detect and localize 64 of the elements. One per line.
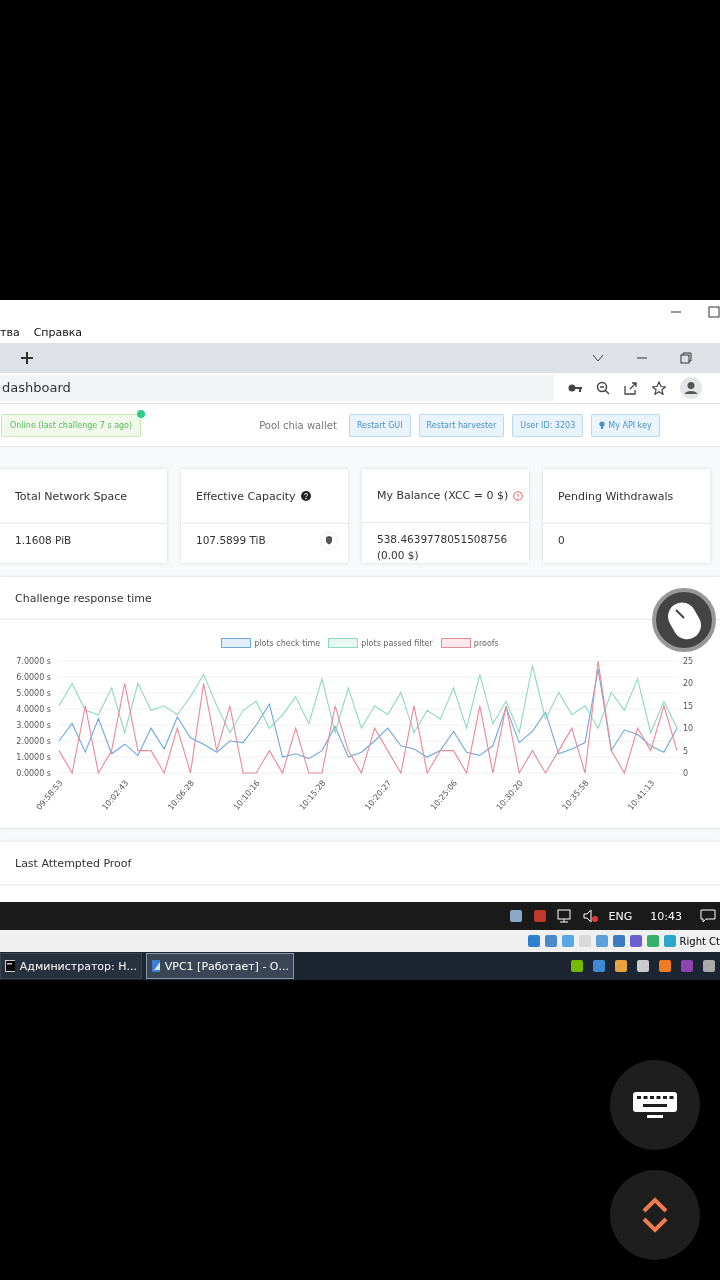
host-key-label: Right Ct [679,935,720,947]
menu-item[interactable]: тва [0,326,20,340]
axis-label: 7.0000 s [16,657,51,666]
terminal-icon [5,960,15,972]
card-title: Pending Withdrawals [558,489,674,503]
language-indicator[interactable]: ENG [608,909,633,923]
panel-title: Challenge response time [15,591,152,605]
clock-time[interactable]: 10:43 [650,909,682,923]
card-value: 1.1608 PiB [15,533,72,548]
restore-icon[interactable] [680,351,692,364]
wallet-label: Pool chia wallet [259,419,337,431]
taskbar-button[interactable]: Администратор: Н... [0,953,142,979]
axis-label: 5 [683,746,689,756]
axis-label: 10 [683,724,694,734]
chevron-down-icon[interactable] [592,353,604,362]
taskbar-button[interactable]: VPC1 [Работает] - О... [146,953,294,979]
online-status-badge: Online (last challenge 7 s ago) [1,413,142,437]
muted-speaker-icon[interactable] [582,909,599,923]
notification-icon[interactable] [700,909,716,923]
virtual-machine-icon [151,958,160,974]
app-icon[interactable] [592,959,606,973]
zoom-out-icon[interactable] [596,380,610,395]
axis-label: 6.0000 s [16,673,51,682]
bulb-icon [599,421,606,429]
card-value: 0 [558,533,565,548]
warning-icon [513,490,524,501]
axis-label: 25 [683,657,694,666]
app-icon[interactable] [508,909,523,923]
profile-icon[interactable] [680,376,702,399]
star-icon[interactable] [652,380,666,395]
legend-item[interactable]: plots passed filter [328,638,433,648]
axis-label: 0 [683,769,689,778]
card-title: Total Network Space [15,489,128,503]
help-icon [300,491,311,501]
legend-item[interactable]: plots check time [221,638,321,648]
card-title: Effective Capacity [196,489,296,503]
share-icon[interactable] [624,380,638,395]
card-value: 538.4639778051508756 (0.00 $) [377,532,508,563]
keyboard-icon [631,1090,679,1120]
axis-label: 15 [683,701,694,711]
axis-label: 3.0000 s [16,721,51,730]
app-icon[interactable] [702,959,716,973]
shield-icon [320,532,338,550]
up-down-chevron-icon [640,1195,670,1235]
app-icon[interactable] [628,934,643,948]
app-icon[interactable] [570,959,584,973]
axis-label: 4.0000 s [16,705,51,714]
axis-label: 20 [683,679,694,689]
axis-label: 1.0000 s [16,753,51,762]
card-title: My Balance (XCC = 0 $) [377,489,509,502]
app-icon[interactable] [658,959,672,973]
new-tab-icon[interactable] [20,350,34,365]
panel-title: Last Attempted Proof [15,856,132,870]
key-icon[interactable] [568,382,582,393]
axis-label: 0.0000 s [16,769,51,778]
axis-label: 2.0000 s [16,737,51,746]
maximize-icon[interactable] [708,305,720,318]
menu-item[interactable]: Справка [33,326,83,340]
app-icon[interactable] [636,959,650,973]
address-field[interactable]: dashboard [0,374,554,401]
app-icon[interactable] [614,959,628,973]
card-value: 107.5899 TiB [196,533,266,548]
axis-label: 5.0000 s [16,689,51,698]
network-icon[interactable] [556,909,573,923]
